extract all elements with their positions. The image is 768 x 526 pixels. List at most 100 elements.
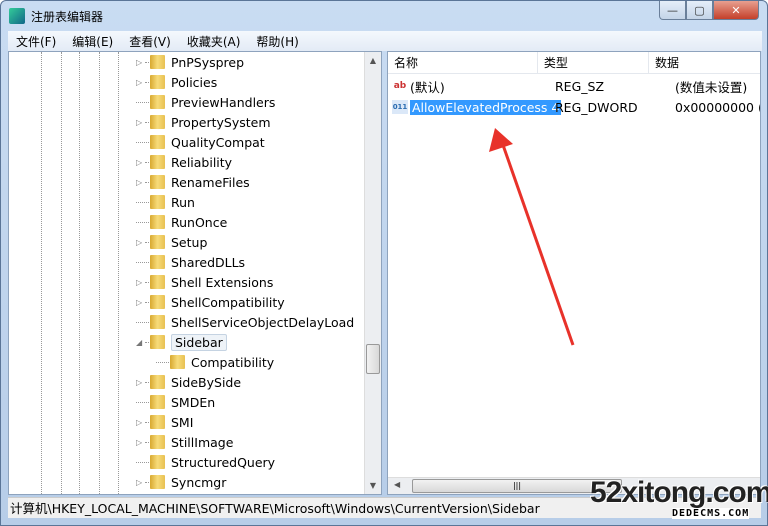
- value-name: (默认): [410, 79, 445, 95]
- folder-icon: [150, 475, 165, 489]
- watermark-sub: DEDECMS.COM: [672, 508, 750, 519]
- tree-vertical-scrollbar[interactable]: ▲ ▼: [364, 52, 381, 494]
- folder-icon: [150, 275, 165, 289]
- tree-item[interactable]: ShellServiceObjectDelayLoad: [136, 312, 354, 332]
- tree-item-label: QualityCompat: [171, 134, 265, 150]
- scroll-left-arrow-icon[interactable]: ◀: [394, 480, 400, 489]
- tree-item[interactable]: Compatibility: [156, 352, 274, 372]
- tree-item-label: Sidebar: [171, 333, 227, 351]
- tree-item-label: StillImage: [171, 434, 234, 450]
- folder-icon: [150, 95, 165, 109]
- expand-arrow-icon[interactable]: ▷: [136, 478, 145, 487]
- tree-item[interactable]: ▷ SMI: [136, 412, 193, 432]
- expand-arrow-icon[interactable]: ▷: [136, 178, 145, 187]
- tree-item[interactable]: SMDEn: [136, 392, 215, 412]
- tree-item-label: SMI: [171, 414, 194, 430]
- maximize-button[interactable]: ▢: [686, 1, 713, 20]
- column-type[interactable]: 类型: [538, 52, 649, 74]
- tree-connector: [136, 261, 149, 263]
- tree-item-label: Compatibility: [191, 354, 275, 370]
- scroll-up-arrow-icon[interactable]: ▲: [365, 52, 381, 69]
- folder-icon: [150, 235, 165, 249]
- tree-connector: [136, 201, 149, 203]
- window-title: 注册表编辑器: [31, 9, 104, 24]
- value-type: REG_SZ: [555, 78, 605, 94]
- value-row[interactable]: 011 AllowElevatedProcess 4: [392, 97, 562, 117]
- tree-item[interactable]: Run: [136, 192, 195, 212]
- tree-item-label: ShellCompatibility: [171, 294, 285, 310]
- tree-item-label: Setup: [171, 234, 208, 250]
- folder-icon: [150, 395, 165, 409]
- scroll-down-arrow-icon[interactable]: ▼: [365, 477, 381, 494]
- dword-value-icon: 011: [392, 100, 408, 114]
- tree-item[interactable]: ▷ Setup: [136, 232, 207, 252]
- tree-item-label: SideBySide: [171, 374, 242, 390]
- tree-item[interactable]: PreviewHandlers: [136, 92, 275, 112]
- tree-item[interactable]: StructuredQuery: [136, 452, 275, 472]
- tree-item[interactable]: ▷ Policies: [136, 72, 217, 92]
- minimize-button[interactable]: —: [659, 1, 686, 20]
- folder-icon: [150, 375, 165, 389]
- tree-item[interactable]: ▷ PropertySystem: [136, 112, 271, 132]
- tree-connector: [136, 461, 149, 463]
- tree-item[interactable]: SharedDLLs: [136, 252, 245, 272]
- values-header: 名称 类型 数据: [388, 52, 760, 74]
- menu-edit[interactable]: 编辑(E): [64, 33, 121, 50]
- scroll-thumb[interactable]: [366, 344, 380, 374]
- folder-icon: [150, 215, 165, 229]
- tree-connector: [136, 141, 149, 143]
- folder-icon: [150, 415, 165, 429]
- expand-arrow-icon[interactable]: ▷: [136, 278, 145, 287]
- tree-item[interactable]: QualityCompat: [136, 132, 265, 152]
- tree-item-label: Reliability: [171, 154, 233, 170]
- tree-item[interactable]: ▷ PnPSysprep: [136, 52, 244, 72]
- tree-item[interactable]: ▷ Reliability: [136, 152, 232, 172]
- tree-item[interactable]: ▷ StillImage: [136, 432, 233, 452]
- tree-item[interactable]: ▷ RenameFiles: [136, 172, 250, 192]
- value-row[interactable]: ab (默认): [392, 76, 445, 96]
- menu-favorites[interactable]: 收藏夹(A): [179, 33, 249, 50]
- tree-item-label: ShellServiceObjectDelayLoad: [171, 314, 355, 330]
- key-tree-pane: ▲ ▼ ▷ PnPSysprep ▷ Policies PreviewHandlers ▷…: [8, 51, 382, 495]
- tree-item-label: SharedDLLs: [171, 254, 246, 270]
- regedit-icon: [9, 8, 25, 24]
- expand-arrow-icon[interactable]: ▷: [136, 438, 145, 447]
- tree-item[interactable]: ▷ Shell Extensions: [136, 272, 273, 292]
- expand-arrow-icon[interactable]: ▷: [136, 158, 145, 167]
- tree-item-label: Syncmgr: [171, 474, 227, 490]
- expand-arrow-icon[interactable]: ▷: [136, 418, 145, 427]
- column-name[interactable]: 名称: [388, 52, 538, 74]
- folder-icon: [150, 175, 165, 189]
- menu-help[interactable]: 帮助(H): [248, 33, 306, 50]
- tree-item[interactable]: ◢ Sidebar: [136, 332, 227, 352]
- tree-item[interactable]: ▷ ShellCompatibility: [136, 292, 285, 312]
- menu-view[interactable]: 查看(V): [121, 33, 179, 50]
- tree-item[interactable]: RunOnce: [136, 212, 227, 232]
- expand-arrow-icon[interactable]: ▷: [136, 238, 145, 247]
- column-data[interactable]: 数据: [649, 52, 760, 74]
- tree-item[interactable]: ▷ SideBySide: [136, 372, 241, 392]
- tree-connector: [136, 221, 149, 223]
- close-button[interactable]: ✕: [713, 1, 759, 20]
- expand-arrow-icon[interactable]: ▷: [136, 118, 145, 127]
- folder-icon: [150, 75, 165, 89]
- tree-connector: [136, 401, 149, 403]
- tree-item[interactable]: ▷ Syncmgr: [136, 472, 226, 492]
- expand-arrow-icon[interactable]: ▷: [136, 58, 145, 67]
- string-value-icon: ab: [393, 81, 407, 91]
- tree-item-label: Policies: [171, 74, 218, 90]
- collapse-arrow-icon[interactable]: ◢: [136, 338, 145, 347]
- folder-icon: [170, 355, 185, 369]
- tree-connector: [156, 361, 169, 363]
- expand-arrow-icon[interactable]: ▷: [136, 298, 145, 307]
- watermark-logo: 52xitong.com: [590, 476, 768, 509]
- menu-file[interactable]: 文件(F): [8, 33, 64, 50]
- folder-icon: [150, 135, 165, 149]
- expand-arrow-icon[interactable]: ▷: [136, 78, 145, 87]
- values-pane: 名称 类型 数据 ab (默认) REG_SZ (数值未设置) 011 AllowElev…: [387, 51, 761, 495]
- tree-item-label: PnPSysprep: [171, 54, 245, 70]
- menu-bar: 文件(F) 编辑(E) 查看(V) 收藏夹(A) 帮助(H): [8, 31, 762, 51]
- tree-connector: [136, 321, 149, 323]
- expand-arrow-icon[interactable]: ▷: [136, 378, 145, 387]
- value-data: (数值未设置): [675, 79, 748, 95]
